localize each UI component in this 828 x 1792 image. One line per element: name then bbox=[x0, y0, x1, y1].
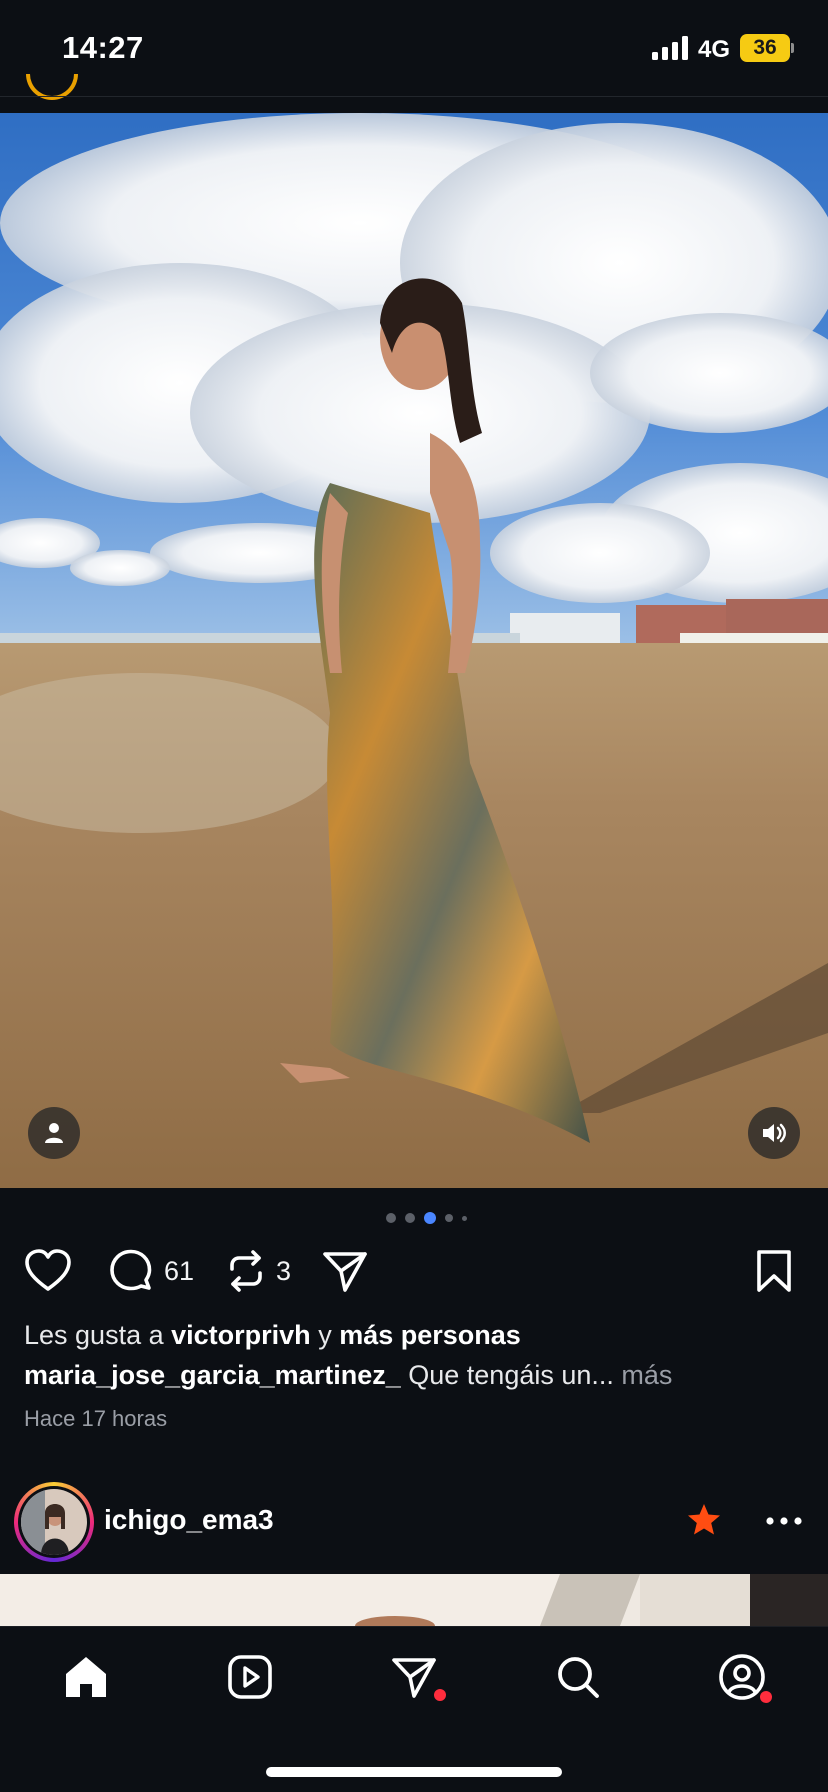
carousel-dot bbox=[405, 1213, 415, 1223]
repost-icon bbox=[230, 1250, 262, 1292]
caption-text: Que tengáis un... bbox=[408, 1360, 614, 1390]
star-icon[interactable] bbox=[686, 1502, 722, 1538]
home-icon bbox=[66, 1657, 106, 1697]
carousel-indicator bbox=[386, 1212, 467, 1224]
comment-count: 61 bbox=[164, 1255, 195, 1286]
carousel-dot-active bbox=[424, 1212, 436, 1224]
search-icon bbox=[558, 1657, 599, 1698]
sound-toggle-button[interactable] bbox=[748, 1107, 800, 1159]
network-label: 4G bbox=[698, 36, 731, 63]
post-timestamp: Hace 17 horas bbox=[24, 1406, 168, 1431]
battery-cap bbox=[791, 43, 794, 53]
speaker-icon bbox=[763, 1123, 786, 1143]
share-button[interactable] bbox=[322, 1246, 368, 1296]
beach-photo-image bbox=[0, 113, 828, 1188]
liker-username[interactable]: victorprivh bbox=[171, 1320, 311, 1350]
status-bar: 14:27 4G 36 bbox=[0, 0, 828, 96]
nav-reels[interactable] bbox=[222, 1649, 278, 1705]
avatar-image bbox=[21, 1489, 87, 1555]
profile-icon bbox=[719, 1654, 765, 1700]
battery-indicator: 36 bbox=[740, 34, 790, 62]
caption-username[interactable]: maria_jose_garcia_martinez_ bbox=[24, 1360, 401, 1390]
nav-search[interactable] bbox=[550, 1649, 606, 1705]
nav-profile[interactable] bbox=[714, 1649, 772, 1705]
tagged-users-button[interactable] bbox=[28, 1107, 80, 1159]
signal-icon bbox=[652, 36, 688, 60]
carousel-dot bbox=[386, 1213, 396, 1223]
next-post-photo-preview[interactable] bbox=[0, 1574, 828, 1626]
heart-icon bbox=[25, 1249, 71, 1291]
home-indicator bbox=[266, 1767, 562, 1777]
nav-home[interactable] bbox=[58, 1649, 114, 1705]
next-post-username[interactable]: ichigo_ema3 bbox=[104, 1504, 274, 1536]
comment-button[interactable]: 61 bbox=[108, 1246, 194, 1296]
status-time: 14:27 bbox=[62, 30, 144, 65]
likes-others-link[interactable]: más personas bbox=[339, 1320, 521, 1350]
carousel-dot bbox=[462, 1215, 467, 1221]
likes-joiner: y bbox=[318, 1320, 332, 1350]
nav-messages[interactable] bbox=[386, 1649, 446, 1705]
person-icon bbox=[45, 1123, 63, 1143]
messages-notification-dot bbox=[434, 1689, 446, 1701]
caption-more-link[interactable]: más bbox=[621, 1360, 672, 1390]
likes-prefix: Les gusta a bbox=[24, 1320, 164, 1350]
next-post-image bbox=[0, 1574, 828, 1626]
likes-summary[interactable]: Les gusta a victorprivh y más personas bbox=[24, 1320, 521, 1351]
bookmark-icon bbox=[757, 1250, 791, 1292]
repost-count: 3 bbox=[276, 1255, 292, 1286]
send-icon bbox=[323, 1252, 367, 1292]
like-button[interactable] bbox=[24, 1246, 72, 1296]
more-options-icon[interactable] bbox=[764, 1508, 804, 1534]
divider bbox=[0, 96, 828, 97]
comment-icon bbox=[110, 1249, 152, 1291]
save-button[interactable] bbox=[754, 1246, 794, 1296]
repost-button[interactable]: 3 bbox=[226, 1246, 291, 1296]
next-post-avatar[interactable] bbox=[14, 1482, 94, 1562]
bottom-navigation bbox=[0, 1626, 828, 1792]
reels-icon bbox=[228, 1655, 272, 1699]
profile-notification-dot bbox=[760, 1691, 772, 1703]
post-photo[interactable] bbox=[0, 113, 828, 1188]
post-caption[interactable]: maria_jose_garcia_martinez_ Que tengáis … bbox=[24, 1360, 672, 1391]
messages-icon bbox=[392, 1658, 436, 1698]
carousel-dot bbox=[445, 1214, 453, 1222]
